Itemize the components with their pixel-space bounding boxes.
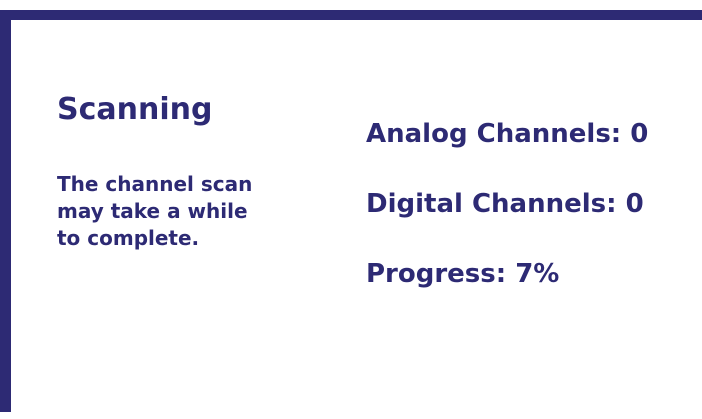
description-line: The channel scan [57, 172, 253, 196]
digital-channels-count: Digital Channels: 0 [366, 189, 644, 219]
description-line: to complete. [57, 226, 200, 250]
analog-channels-count: Analog Channels: 0 [366, 119, 649, 149]
scan-progress: Progress: 7% [366, 259, 560, 289]
description-line: may take a while [57, 199, 248, 223]
scan-description: The channel scan may take a while to com… [57, 171, 297, 252]
page-title: Scanning [57, 92, 213, 127]
scan-screen: Scanning The channel scan may take a whi… [0, 0, 702, 419]
